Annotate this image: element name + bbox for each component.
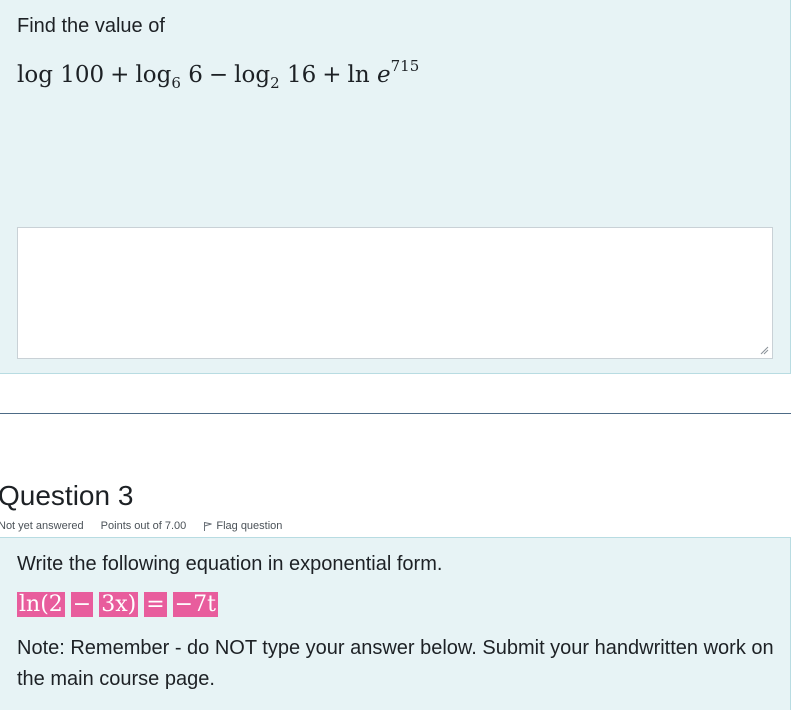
question-2-content: Find the value of log 100 + log6 6− log2 16… <box>0 0 791 374</box>
question-3-points: Points out of 7.00 <box>100 520 187 532</box>
expr-log2-fn: log <box>234 62 271 88</box>
expr-plus-operator: + <box>110 62 130 88</box>
expr-log2-arg: 16 <box>286 62 317 88</box>
flag-question-label: Flag question <box>216 520 283 532</box>
expr-ln-arg: e <box>377 62 391 88</box>
resize-grip-icon[interactable] <box>759 345 769 355</box>
question-3-note: Note: Remember - do NOT type your answer… <box>17 637 774 690</box>
question-3-title: Question 3 <box>0 480 134 511</box>
expr-plus-operator-2: + <box>322 62 342 88</box>
expr-log6-base: 6 <box>171 74 181 92</box>
expr-log6-arg: 6 <box>188 62 203 88</box>
question-3-content: Write the following equation in exponent… <box>0 537 791 710</box>
eq-part-equals: = <box>144 592 167 617</box>
expr-minus-operator: − <box>208 62 229 88</box>
question-3-prompt: Write the following equation in exponent… <box>17 553 443 575</box>
eq-part-ln: ln(2 <box>17 592 65 617</box>
expr-log2-base: 2 <box>270 74 280 92</box>
question-2-prompt: Find the value of <box>17 15 165 37</box>
expr-log-fn: log <box>17 62 53 88</box>
expr-log6-fn: log <box>135 62 172 88</box>
eq-part-rhs: −7t <box>172 592 218 617</box>
question-3-info: Not yet answered Points out of 7.00 Flag… <box>0 518 296 534</box>
answer-textarea[interactable] <box>17 227 773 359</box>
flag-question-link[interactable]: Flag question <box>203 520 296 532</box>
question-2-expression: log 100 + log6 6− log2 16 + ln e715 <box>17 50 419 99</box>
expr-ln-exponent: 715 <box>390 57 420 75</box>
eq-part-3x: 3x) <box>99 592 139 617</box>
question-divider <box>0 413 791 414</box>
expr-log-arg: 100 <box>60 62 105 88</box>
flag-icon <box>204 522 212 531</box>
eq-part-minus: − <box>70 592 94 617</box>
expr-ln-fn: ln <box>347 62 370 88</box>
question-3-equation: ln(2−3x) = −7t <box>17 591 218 619</box>
question-3-status: Not yet answered <box>0 520 84 532</box>
